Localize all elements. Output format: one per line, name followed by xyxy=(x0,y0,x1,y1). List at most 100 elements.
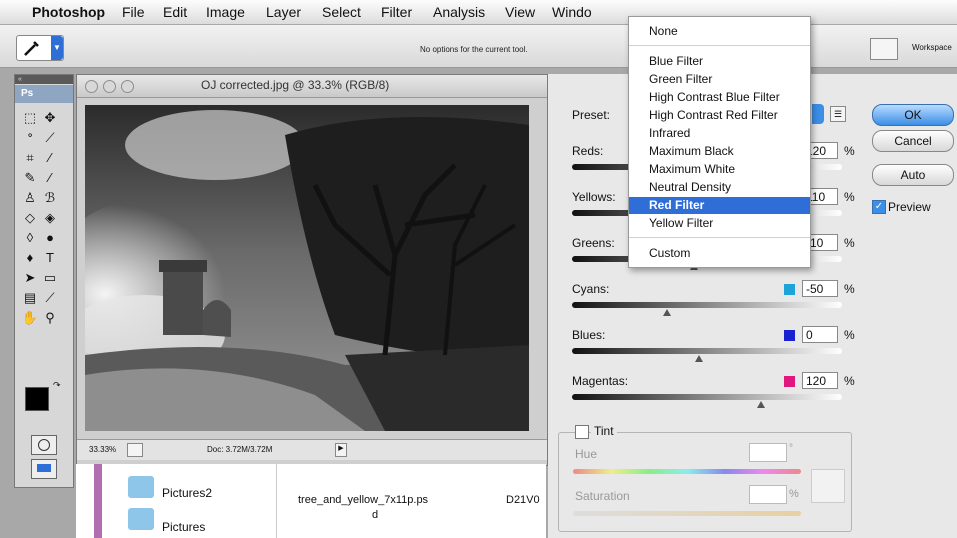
healing-brush-tool-icon[interactable]: ✎ xyxy=(21,169,39,187)
menu-separator xyxy=(629,237,810,238)
menu-filter[interactable]: Filter xyxy=(381,4,412,20)
preset-label: Preset: xyxy=(572,108,611,122)
menu-window[interactable]: Windo xyxy=(552,4,592,20)
document-title: OJ corrected.jpg @ 33.3% (RGB/8) xyxy=(201,78,390,92)
preset-menu-item[interactable]: High Contrast Blue Filter xyxy=(629,89,810,106)
history-brush-tool-icon[interactable]: ℬ xyxy=(41,189,59,207)
slider-value-field[interactable]: -50 xyxy=(802,280,838,297)
toolbox-panel: « Ps ⬚ ✥ ᐤ ⟋ ⌗ ∕ ✎ ⁄ ♙ ℬ ◇ ◈ ◊ ● ♦ T ➤ ▭… xyxy=(14,74,74,488)
preset-menu-item[interactable]: Red Filter xyxy=(629,197,810,214)
eraser-tool-icon[interactable]: ◇ xyxy=(21,209,39,227)
path-selection-tool-icon[interactable]: ➤ xyxy=(21,269,39,287)
menu-photoshop[interactable]: Photoshop xyxy=(32,4,105,20)
finder-column-text: D21V0 xyxy=(506,494,540,506)
tint-checkbox[interactable] xyxy=(575,425,589,439)
preview-label: Preview xyxy=(888,200,931,214)
marquee-tool-icon[interactable]: ⬚ xyxy=(21,109,39,127)
pen-tool-icon[interactable]: ♦ xyxy=(21,249,39,267)
preset-menu-item[interactable]: Blue Filter xyxy=(629,53,810,70)
slider-value-field[interactable]: 120 xyxy=(802,372,838,389)
status-arrow-icon[interactable]: ▶ xyxy=(335,443,347,457)
preset-menu-item[interactable]: Maximum White xyxy=(629,161,810,178)
toolbox-collapse-icon[interactable]: « xyxy=(15,75,73,84)
saturation-slider[interactable] xyxy=(573,511,801,516)
menu-layer[interactable]: Layer xyxy=(266,4,301,20)
close-window-icon[interactable] xyxy=(85,80,98,93)
folder-icon xyxy=(128,476,154,498)
menu-image[interactable]: Image xyxy=(206,4,245,20)
preset-menu-item[interactable]: Green Filter xyxy=(629,71,810,88)
finder-item-pictures[interactable]: Pictures xyxy=(162,520,205,534)
cancel-button[interactable]: Cancel xyxy=(872,130,954,152)
preset-menu-item[interactable]: High Contrast Red Filter xyxy=(629,107,810,124)
slider-thumb[interactable] xyxy=(757,401,765,408)
magic-wand-tool-icon[interactable]: ⟋ xyxy=(41,129,59,147)
crop-tool-icon[interactable]: ⌗ xyxy=(21,149,39,167)
menu-analysis[interactable]: Analysis xyxy=(433,4,485,20)
slider-color-swatch xyxy=(784,330,795,341)
preset-dropdown-button[interactable] xyxy=(812,104,824,124)
zoom-level[interactable]: 33.33% xyxy=(89,445,116,454)
notes-tool-icon[interactable]: ▤ xyxy=(21,289,39,307)
preset-menu-item[interactable]: None xyxy=(629,23,810,40)
eyedropper-tool-icon[interactable]: ⟋ xyxy=(41,289,59,307)
tool-preset-picker[interactable]: ▼ xyxy=(16,35,64,61)
slider-label: Greens: xyxy=(572,236,615,250)
slider-track[interactable] xyxy=(572,394,842,400)
finder-file-name-tail: d xyxy=(372,509,379,521)
slice-tool-icon[interactable]: ∕ xyxy=(41,149,59,167)
preset-menu-item[interactable]: Yellow Filter xyxy=(629,215,810,232)
shape-tool-icon[interactable]: ▭ xyxy=(41,269,59,287)
menu-file[interactable]: File xyxy=(122,4,145,20)
hue-value-field[interactable] xyxy=(749,443,787,462)
chevron-down-icon: ▼ xyxy=(51,36,63,60)
menu-edit[interactable]: Edit xyxy=(163,4,187,20)
preset-menu-item[interactable]: Custom xyxy=(629,245,810,262)
type-tool-icon[interactable]: T xyxy=(41,249,59,267)
slider-value-field[interactable]: 0 xyxy=(802,326,838,343)
menu-view[interactable]: View xyxy=(505,4,535,20)
saturation-value-field[interactable] xyxy=(749,485,787,504)
status-menu-icon[interactable] xyxy=(127,443,143,457)
menu-select[interactable]: Select xyxy=(322,4,361,20)
document-canvas[interactable] xyxy=(85,105,529,431)
clone-stamp-tool-icon[interactable]: ♙ xyxy=(21,189,39,207)
swap-colors-icon[interactable]: ↷ xyxy=(53,380,61,391)
foreground-color-swatch[interactable] xyxy=(25,387,49,411)
screen-mode-icon[interactable] xyxy=(31,459,57,479)
dodge-tool-icon[interactable]: ● xyxy=(41,229,59,247)
finder-item-pictures2[interactable]: Pictures2 xyxy=(162,486,212,500)
slider-track[interactable] xyxy=(572,302,842,308)
lasso-tool-icon[interactable]: ᐤ xyxy=(21,129,39,147)
minimize-window-icon[interactable] xyxy=(103,80,116,93)
brush-tool-icon[interactable]: ⁄ xyxy=(41,169,59,187)
hue-label: Hue xyxy=(575,447,598,461)
preset-menu-item[interactable]: Maximum Black xyxy=(629,143,810,160)
paint-bucket-tool-icon[interactable]: ◈ xyxy=(41,209,59,227)
document-titlebar[interactable]: OJ corrected.jpg @ 33.3% (RGB/8) xyxy=(77,75,547,98)
slider-thumb[interactable] xyxy=(662,309,671,316)
percent-sign: % xyxy=(844,328,855,342)
slider-thumb[interactable] xyxy=(694,355,703,362)
slider-label: Yellows: xyxy=(572,190,616,204)
quick-mask-icon[interactable] xyxy=(31,435,57,455)
workspace-label[interactable]: Workspace xyxy=(912,43,952,52)
workspace-icon[interactable] xyxy=(870,38,898,60)
options-message: No options for the current tool. xyxy=(420,45,528,54)
slider-label: Blues: xyxy=(572,328,606,342)
preset-menu-item[interactable]: Infrared xyxy=(629,125,810,142)
ok-button[interactable]: OK xyxy=(872,104,954,126)
move-tool-icon[interactable]: ✥ xyxy=(41,109,59,127)
hue-slider[interactable] xyxy=(573,469,801,474)
zoom-tool-icon[interactable]: ⚲ xyxy=(41,309,59,327)
tint-color-swatch[interactable] xyxy=(811,469,845,503)
zoom-window-icon[interactable] xyxy=(121,80,134,93)
finder-file-name[interactable]: tree_and_yellow_7x11p.ps xyxy=(298,494,428,506)
preset-menu-item[interactable]: Neutral Density xyxy=(629,179,810,196)
preset-options-icon[interactable]: ☰ xyxy=(830,106,846,122)
slider-track[interactable] xyxy=(572,348,842,354)
auto-button[interactable]: Auto xyxy=(872,164,954,186)
preview-checkbox[interactable]: ✓ xyxy=(872,200,886,214)
blur-tool-icon[interactable]: ◊ xyxy=(21,229,39,247)
hand-tool-icon[interactable]: ✋ xyxy=(21,309,39,327)
